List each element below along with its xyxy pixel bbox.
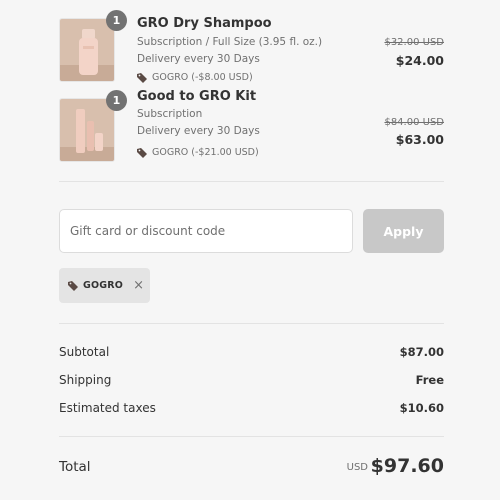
- total-value: $97.60: [370, 455, 444, 477]
- item-original-price: $84.00 USD: [384, 117, 444, 128]
- divider: [59, 181, 444, 182]
- divider: [59, 436, 444, 437]
- item-price: $24.00: [395, 53, 444, 68]
- product-thumbnail: 1: [59, 90, 127, 162]
- tag-icon: [68, 280, 78, 291]
- shipping-label: Shipping: [59, 373, 112, 387]
- product-thumbnail: 1: [59, 10, 127, 82]
- product-image-dry-shampoo: [59, 18, 115, 82]
- item-title: Good to GRO Kit: [137, 89, 257, 104]
- discount-code-input[interactable]: [59, 209, 353, 253]
- item-variant: Subscription: [137, 108, 203, 120]
- apply-button[interactable]: Apply: [363, 209, 444, 253]
- item-discount-label: GOGRO (-$8.00 USD): [152, 72, 253, 83]
- item-original-price: $32.00 USD: [384, 37, 444, 48]
- subtotal-value: $87.00: [399, 345, 444, 359]
- total-currency: USD: [346, 462, 368, 473]
- tag-icon: [137, 147, 147, 158]
- applied-discount-chip: GOGRO ×: [59, 268, 150, 303]
- item-variant: Subscription / Full Size (3.95 fl. oz.): [137, 36, 323, 48]
- item-discount: GOGRO (-$21.00 USD): [137, 147, 259, 158]
- item-title: GRO Dry Shampoo: [137, 16, 272, 31]
- close-icon[interactable]: ×: [133, 278, 144, 293]
- tag-icon: [137, 72, 147, 83]
- divider: [59, 323, 444, 324]
- shipping-value: Free: [415, 373, 444, 387]
- quantity-badge: 1: [106, 90, 127, 111]
- item-delivery: Delivery every 30 Days: [137, 53, 260, 65]
- taxes-value: $10.60: [399, 401, 444, 415]
- item-discount: GOGRO (-$8.00 USD): [137, 72, 253, 83]
- applied-discount-code: GOGRO: [83, 280, 124, 291]
- item-delivery: Delivery every 30 Days: [137, 125, 260, 137]
- total-label: Total: [59, 459, 91, 475]
- item-discount-label: GOGRO (-$21.00 USD): [152, 147, 259, 158]
- quantity-badge: 1: [106, 10, 127, 31]
- subtotal-label: Subtotal: [59, 345, 110, 359]
- product-image-gro-kit: [59, 98, 115, 162]
- taxes-label: Estimated taxes: [59, 401, 156, 415]
- item-price: $63.00: [395, 132, 444, 147]
